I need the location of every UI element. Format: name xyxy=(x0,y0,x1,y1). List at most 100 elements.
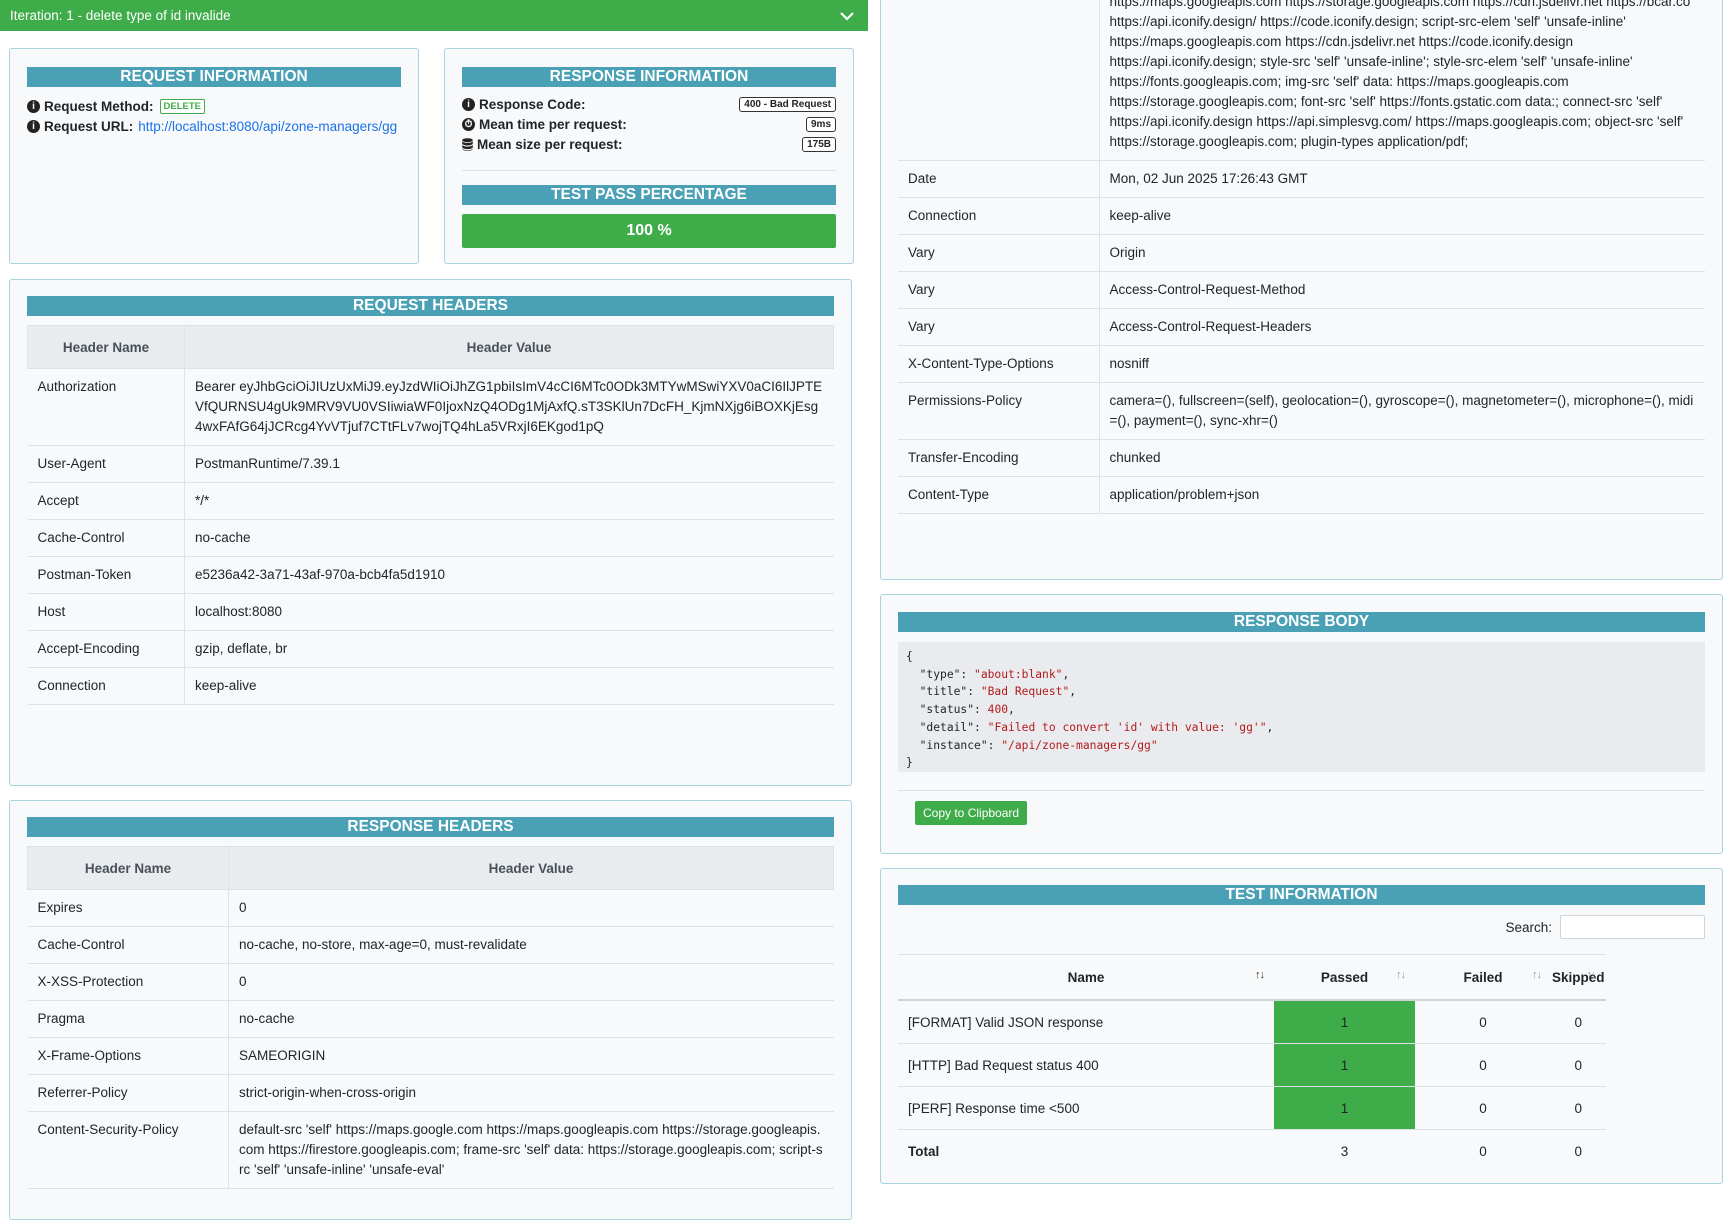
header-value-cell: */* xyxy=(184,482,834,520)
header-name-cell: X-XSS-Protection xyxy=(27,963,229,1001)
header-value-cell: 0 xyxy=(228,889,834,927)
table-row: [HTTP] Bad Request status 400 1 0 0 xyxy=(898,1043,1606,1087)
header-name-cell: X-Frame-Options xyxy=(27,1037,229,1075)
header-value-cell: nosniff xyxy=(1099,345,1705,383)
table-row: X-Content-Type-Options nosniff xyxy=(898,345,1705,383)
mean-time-row: ⏱ Mean time per request: 9ms xyxy=(462,115,836,133)
mean-size-row: Mean size per request: 175B xyxy=(462,135,836,153)
test-passed-cell: 1 xyxy=(1274,1043,1415,1087)
request-info-title: REQUEST INFORMATION xyxy=(27,67,401,87)
total-passed: 3 xyxy=(1340,1143,1349,1159)
iteration-label: Iteration: 1 - delete type of id invalid… xyxy=(10,8,231,23)
response-body-code: { "type": "about:blank", "title": "Bad R… xyxy=(898,642,1705,772)
response-headers-table: Header Name Header Value Expires 0 Cache-C… xyxy=(27,846,834,1189)
response-headers-card: RESPONSE HEADERS Header Name Header Valu… xyxy=(9,800,852,1220)
column-header-value: Header Value xyxy=(228,846,834,890)
header-name-cell: Accept xyxy=(27,482,185,520)
total-label: Total xyxy=(908,1143,940,1159)
request-method-label: Request Method: xyxy=(44,98,154,114)
header-value-cell: 0 xyxy=(228,963,834,1001)
method-badge: DELETE xyxy=(159,98,205,114)
header-value-cell: keep-alive xyxy=(1099,197,1705,235)
test-results-table: Name ↑↓ Passed ↑↓ Failed ↑↓ Skipped ↑↓ [FORM… xyxy=(898,954,1606,1172)
test-name-cell: [PERF] Response time <500 xyxy=(898,1086,1274,1130)
table-row: Referrer-Policy strict-origin-when-cross-… xyxy=(27,1074,834,1112)
code-line: "detail": "Failed to convert 'id' with v… xyxy=(919,720,1274,734)
table-row: Postman-Token e5236a42-3a71-43af-970a-bcb… xyxy=(27,556,834,594)
header-name-cell: Pragma xyxy=(27,1000,229,1038)
test-passed-cell: 1 xyxy=(1274,1000,1415,1044)
header-value-cell: no-cache xyxy=(184,519,834,557)
table-row: Accept-Encoding gzip, deflate, br xyxy=(27,630,834,668)
header-value-cell: Access-Control-Request-Method xyxy=(1099,271,1705,309)
request-info-card: REQUEST INFORMATION i Request Method: DE… xyxy=(9,48,419,264)
csp-value-cell: https://maps.googleapis.com https://stor… xyxy=(1099,0,1705,161)
request-url-link[interactable]: http://localhost:8080/api/zone-managers/… xyxy=(138,119,397,134)
test-failed-cell: 0 xyxy=(1415,1000,1551,1044)
header-value-cell: no-cache, no-store, max-age=0, must-reva… xyxy=(228,926,834,964)
column-header-skipped[interactable]: Skipped ↑↓ xyxy=(1551,954,1606,1001)
sort-asc-icon[interactable]: ↑↓ xyxy=(1255,969,1265,981)
column-header-passed[interactable]: Passed ↑↓ xyxy=(1274,954,1415,1001)
header-value-cell: Mon, 02 Jun 2025 17:26:43 GMT xyxy=(1099,160,1705,198)
iteration-header[interactable]: Iteration: 1 - delete type of id invalid… xyxy=(0,0,868,31)
table-row: Cache-Control no-cache xyxy=(27,519,834,557)
test-skipped-cell: 0 xyxy=(1551,1086,1606,1130)
column-header-failed[interactable]: Failed ↑↓ xyxy=(1415,954,1551,1001)
test-pass-title: TEST PASS PERCENTAGE xyxy=(462,185,836,205)
code-line: { xyxy=(906,650,913,663)
header-name-cell: Accept-Encoding xyxy=(27,630,185,668)
divider xyxy=(462,170,836,171)
column-header-name[interactable]: Name ↑↓ xyxy=(898,954,1274,1001)
table-row: User-Agent PostmanRuntime/7.39.1 xyxy=(27,445,834,483)
header-name-cell: User-Agent xyxy=(27,445,185,483)
test-skipped-cell: 0 xyxy=(1551,1043,1606,1087)
header-value-cell: Origin xyxy=(1099,234,1705,272)
code-line: "type": "about:blank", xyxy=(919,667,1070,681)
test-skipped-cell: 0 xyxy=(1551,1000,1606,1044)
sort-icon[interactable]: ↑↓ xyxy=(1532,969,1542,981)
header-value-cell: Access-Control-Request-Headers xyxy=(1099,308,1705,346)
mean-size-badge: 175B xyxy=(802,136,836,152)
table-row: Accept */* xyxy=(27,482,834,520)
table-row: Vary Access-Control-Request-Method xyxy=(898,271,1705,309)
test-pass-progress-bar: 100 % xyxy=(462,214,836,248)
response-code-row: i Response Code: 400 - Bad Request xyxy=(462,95,836,113)
header-name-cell: Content-Security-Policy xyxy=(27,1111,229,1189)
table-row: Vary Access-Control-Request-Headers xyxy=(898,308,1705,346)
request-url-row: i Request URL: http://localhost:8080/api… xyxy=(27,117,401,135)
header-name-cell: Vary xyxy=(898,308,1100,346)
sort-icon[interactable]: ↑↓ xyxy=(1587,969,1597,981)
header-value-cell: e5236a42-3a71-43af-970a-bcb4fa5d1910 xyxy=(184,556,834,594)
header-name-cell: Connection xyxy=(27,667,185,705)
column-header-value: Header Value xyxy=(184,325,834,369)
chevron-down-icon[interactable] xyxy=(836,5,858,27)
header-value-cell: camera=(), fullscreen=(self), geolocatio… xyxy=(1099,382,1705,440)
header-value-cell: localhost:8080 xyxy=(184,593,834,631)
sort-icon[interactable]: ↑↓ xyxy=(1396,969,1406,981)
test-name-cell: [FORMAT] Valid JSON response xyxy=(898,1000,1274,1044)
info-circle-icon: i xyxy=(462,97,475,111)
table-row: Connection keep-alive xyxy=(898,197,1705,235)
response-code-label: Response Code: xyxy=(479,96,586,112)
response-info-title: RESPONSE INFORMATION xyxy=(462,67,836,87)
test-failed-cell: 0 xyxy=(1415,1086,1551,1130)
header-name-cell: Referrer-Policy xyxy=(27,1074,229,1112)
test-name-cell: [HTTP] Bad Request status 400 xyxy=(898,1043,1274,1087)
response-code-badge: 400 - Bad Request xyxy=(739,96,836,112)
header-name-cell xyxy=(898,0,1100,161)
mean-size-label: Mean size per request: xyxy=(477,136,623,152)
divider xyxy=(898,790,1705,791)
response-headers-continued-table: https://maps.googleapis.com https://stor… xyxy=(898,0,1705,514)
header-name-cell: Content-Type xyxy=(898,476,1100,514)
code-line: "title": "Bad Request", xyxy=(919,685,1077,699)
table-row: X-Frame-Options SAMEORIGIN xyxy=(27,1037,834,1075)
test-info-title: TEST INFORMATION xyxy=(898,885,1705,905)
table-row: Cache-Control no-cache, no-store, max-age… xyxy=(27,926,834,964)
copy-to-clipboard-button[interactable]: Copy to Clipboard xyxy=(915,801,1028,825)
request-headers-table: Header Name Header Value Authorization Be… xyxy=(27,325,834,705)
code-line: } xyxy=(906,756,913,770)
search-input[interactable] xyxy=(1560,915,1705,939)
header-value-cell: no-cache xyxy=(228,1000,834,1038)
stopwatch-icon: ⏱ xyxy=(462,117,475,131)
